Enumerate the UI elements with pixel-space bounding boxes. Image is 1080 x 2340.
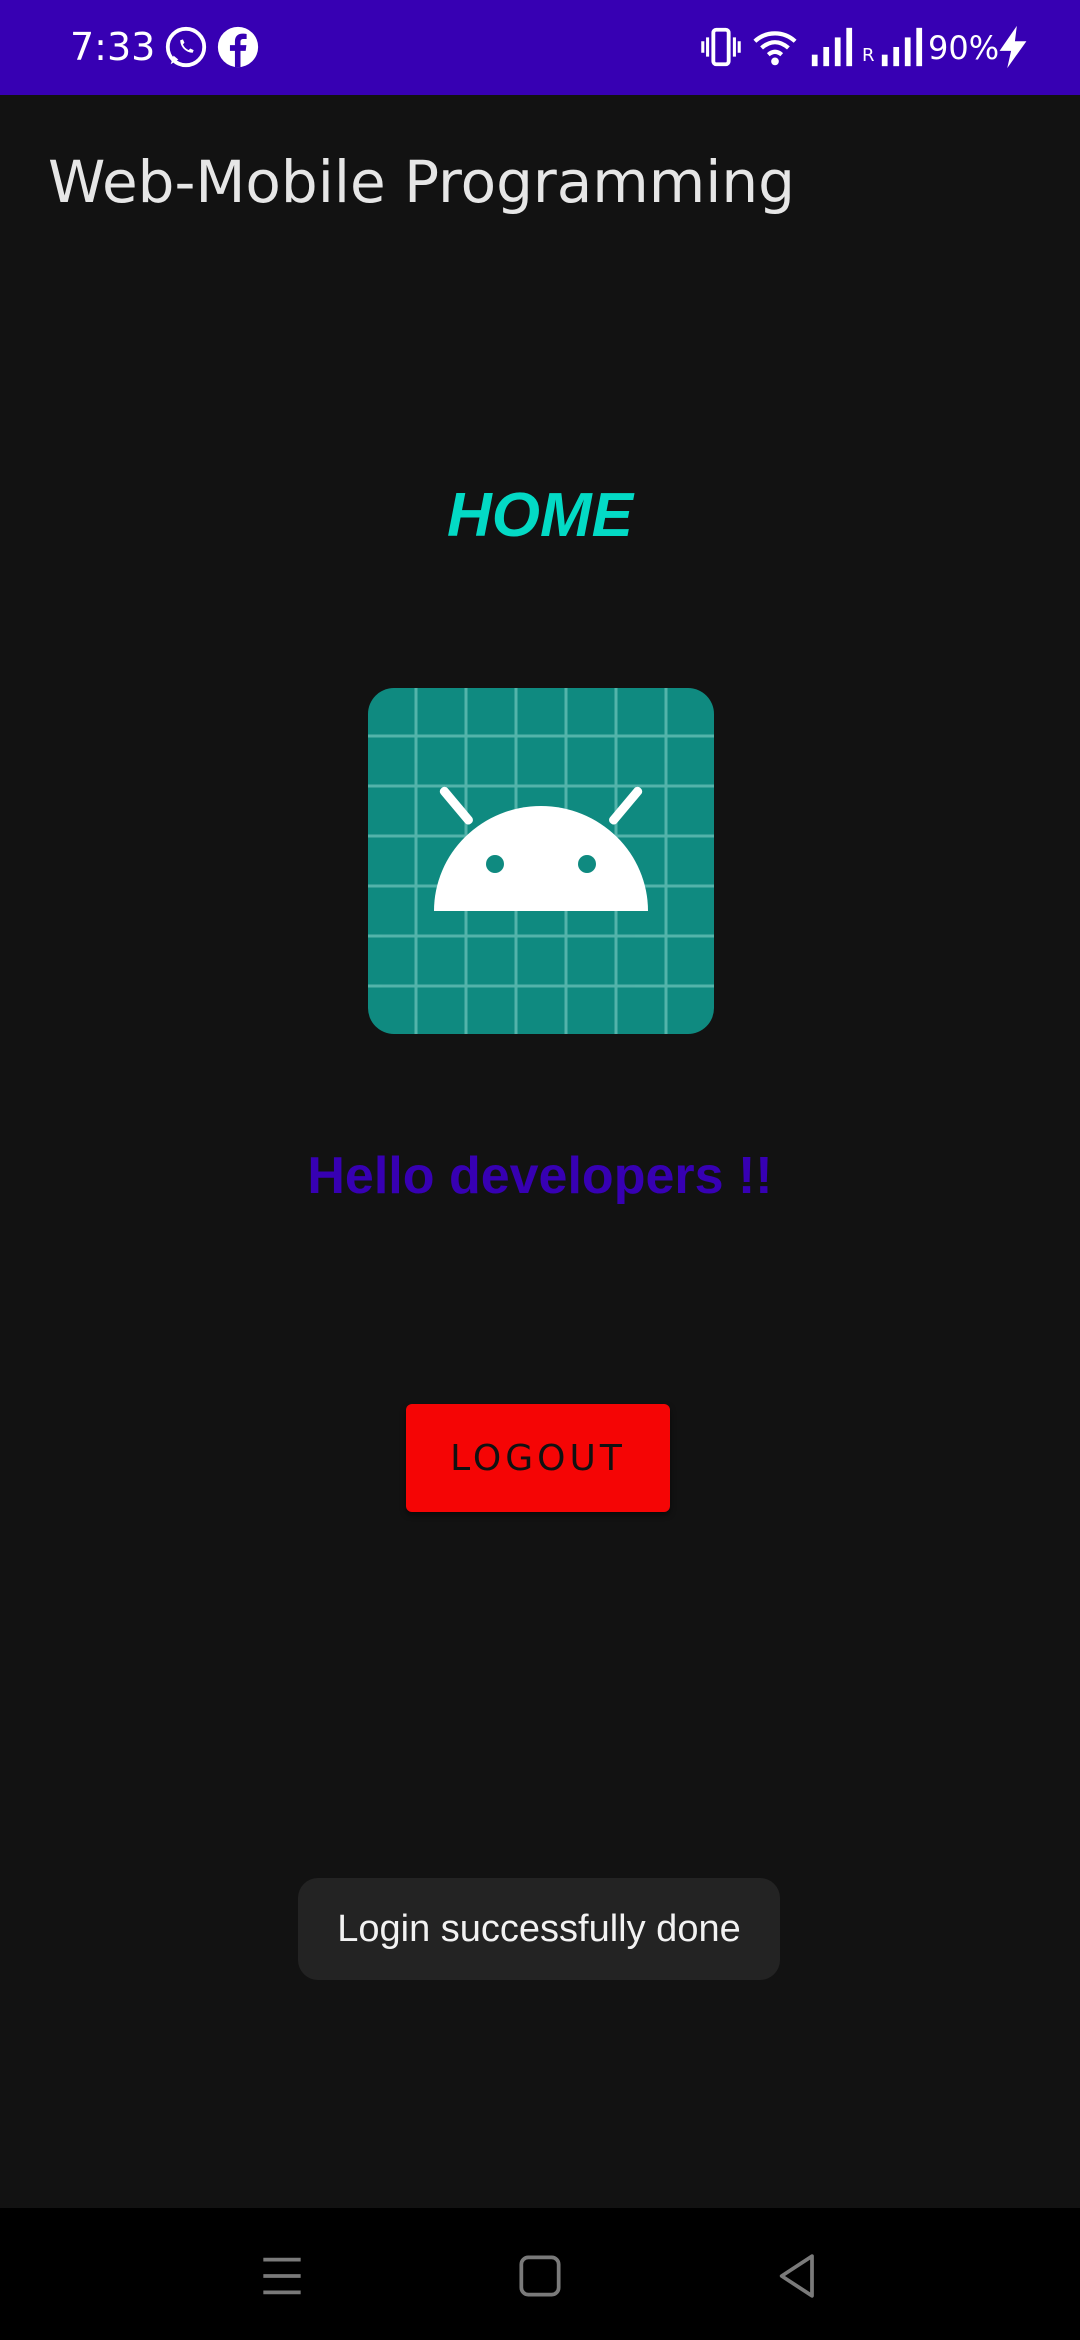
whatsapp-icon: [165, 26, 207, 68]
status-time: 7:33: [70, 25, 156, 69]
home-heading: HOME: [447, 481, 633, 550]
navigation-bar: [0, 2208, 1080, 2340]
android-logo-icon: [368, 688, 714, 1034]
status-bar: 7:33 R 90%: [0, 0, 1080, 95]
logout-button[interactable]: LOGOUT: [406, 1404, 670, 1512]
facebook-icon: [217, 26, 259, 68]
charging-icon: [999, 25, 1027, 69]
roaming-label: R: [862, 45, 875, 66]
signal-roaming-icon: [881, 27, 923, 67]
vibrate-icon: [701, 27, 741, 67]
wifi-icon: [753, 31, 797, 66]
menu-icon[interactable]: [254, 2248, 310, 2304]
app-title: Web-Mobile Programming: [48, 148, 795, 216]
app-screen: 7:33 R 90% Web-Mobile Programming HOME H…: [0, 0, 1080, 2340]
home-icon[interactable]: [512, 2248, 568, 2304]
greeting-text: Hello developers !!: [307, 1147, 773, 1205]
toast-message: Login successfully done: [298, 1878, 780, 1980]
battery-level: 90%: [928, 29, 1000, 67]
signal-icon: [811, 27, 853, 67]
back-icon[interactable]: [770, 2248, 826, 2304]
